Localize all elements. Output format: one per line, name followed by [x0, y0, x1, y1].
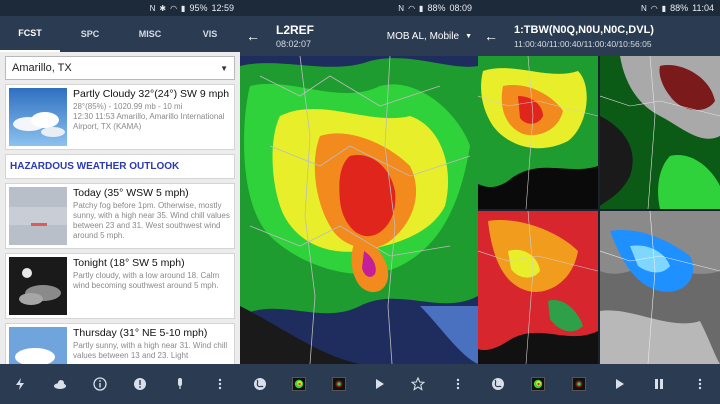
forecast-detail: Partly cloudy, with a low around 18. Cal… [73, 271, 220, 290]
lightning-icon[interactable] [9, 373, 31, 395]
partly-cloudy-image [9, 88, 67, 146]
bluetooth-icon: ✱ [159, 3, 167, 13]
battery-level: 95% [189, 3, 208, 13]
app-bar: ← L2REF 08:02:07 MOB AL, Mobile ▼ [240, 16, 478, 56]
status-bar: N ◠ ▮ 88% 08:09 [240, 0, 478, 16]
back-arrow-icon[interactable]: ← [478, 28, 504, 44]
current-conditions-card[interactable]: Partly Cloudy 32°(24°) SW 9 mph 28°(85%)… [5, 84, 235, 150]
battery-level: 88% [427, 3, 446, 13]
fog-image [9, 187, 67, 245]
tab-bar: FCST SPC MISC VIS [0, 16, 240, 52]
battery-icon: ▮ [181, 3, 186, 13]
radar-pane-correlation[interactable] [478, 211, 598, 364]
site-value: MOB AL, Mobile [386, 30, 460, 42]
status-bar: N ◠ ▮ 88% 11:04 [478, 0, 720, 16]
notification-n-icon: N [149, 3, 156, 13]
forecast-content: Amarillo, TX ▼ Partly Cloudy 32°(24°) SW… [0, 52, 240, 389]
play-icon[interactable] [608, 373, 630, 395]
info-icon[interactable] [89, 373, 111, 395]
hazardous-outlook-link[interactable]: HAZARDOUS WEATHER OUTLOOK [5, 154, 235, 179]
current-detail: 28°(85%) - 1020.99 mb - 10 mi 12:30 11:5… [73, 102, 225, 131]
tab-misc[interactable]: MISC [120, 16, 180, 52]
forecast-card-today[interactable]: Today (35° WSW 5 mph) Patchy fog before … [5, 183, 235, 249]
clock: 08:09 [449, 3, 472, 13]
tab-vis[interactable]: VIS [180, 16, 240, 52]
clock: 12:59 [211, 3, 234, 13]
alert-icon[interactable] [129, 373, 151, 395]
more-vert-icon[interactable] [447, 373, 469, 395]
quad-radar-screen: N ◠ ▮ 88% 11:04 ← 1:TBW(N0Q,N0U,N0C,DVL)… [478, 0, 720, 404]
radar-pane-velocity[interactable] [600, 56, 720, 209]
forecast-detail: Patchy fog before 1pm. Otherwise, mostly… [73, 201, 230, 240]
back-arrow-icon[interactable]: ← [240, 28, 266, 44]
product-times: 11:00:40/11:00:40/11:00:40/10:56:05 [514, 38, 652, 49]
globe-icon[interactable] [249, 373, 271, 395]
more-vert-icon[interactable] [689, 373, 711, 395]
status-bar: N ✱ ◠ ▮ 95% 12:59 [0, 0, 240, 16]
clock: 11:04 [692, 3, 714, 13]
wifi-icon: ◠ [408, 3, 416, 13]
caret-down-icon: ▼ [220, 63, 228, 73]
bottom-toolbar [0, 364, 240, 404]
product-title: L2REF [276, 23, 315, 37]
notification-n-icon: N [640, 3, 647, 13]
title-block: 1:TBW(N0Q,N0U,N0C,DVL) 11:00:40/11:00:40… [514, 24, 654, 49]
star-icon[interactable] [407, 373, 429, 395]
forecast-headline: Tonight (18° SW 5 mph) [73, 257, 185, 269]
globe-icon[interactable] [487, 373, 509, 395]
wifi-icon: ◠ [170, 3, 178, 13]
night-cloudy-image [9, 257, 67, 315]
pause-icon[interactable] [648, 373, 670, 395]
wifi-icon: ◠ [650, 3, 658, 13]
caret-down-icon: ▼ [465, 32, 472, 40]
bottom-toolbar [478, 364, 720, 404]
radar-thumbnail-2[interactable] [328, 373, 350, 395]
forecast-detail: Partly sunny, with a high near 31. Wind … [73, 341, 228, 360]
tab-fcst[interactable]: FCST [0, 16, 60, 52]
location-value: Amarillo, TX [12, 62, 72, 74]
tab-spc[interactable]: SPC [60, 16, 120, 52]
notification-n-icon: N [398, 3, 405, 13]
site-select[interactable]: MOB AL, Mobile ▼ [387, 31, 472, 42]
bottom-toolbar [240, 364, 478, 404]
radar-map[interactable] [240, 56, 478, 364]
more-vert-icon[interactable] [209, 373, 231, 395]
cloud-icon[interactable] [49, 373, 71, 395]
radar-thumbnail-1[interactable] [288, 373, 310, 395]
product-time: 08:02:07 [276, 39, 312, 49]
play-icon[interactable] [368, 373, 390, 395]
location-select[interactable]: Amarillo, TX ▼ [5, 56, 235, 80]
current-headline: Partly Cloudy 32°(24°) SW 9 mph [73, 88, 230, 100]
mic-icon[interactable] [169, 373, 191, 395]
forecast-card-tonight[interactable]: Tonight (18° SW 5 mph) Partly cloudy, wi… [5, 253, 235, 319]
forecast-screen: N ✱ ◠ ▮ 95% 12:59 FCST SPC MISC VIS Amar… [0, 0, 240, 404]
forecast-headline: Thursday (31° NE 5-10 mph) [73, 327, 208, 339]
radar-pane-reflectivity[interactable] [478, 56, 598, 209]
radar-screen: N ◠ ▮ 88% 08:09 ← L2REF 08:02:07 MOB AL,… [240, 0, 478, 404]
radar-pane-dvl[interactable] [600, 211, 720, 364]
forecast-headline: Today (35° WSW 5 mph) [73, 187, 189, 199]
radar-thumbnail-1[interactable] [527, 373, 549, 395]
radar-thumbnail-2[interactable] [568, 373, 590, 395]
product-title: 1:TBW(N0Q,N0U,N0C,DVL) [514, 23, 654, 36]
battery-icon: ▮ [419, 3, 424, 13]
battery-level: 88% [670, 3, 689, 13]
app-bar: ← 1:TBW(N0Q,N0U,N0C,DVL) 11:00:40/11:00:… [478, 16, 720, 56]
title-block: L2REF 08:02:07 [276, 23, 314, 49]
battery-icon: ▮ [661, 3, 667, 13]
